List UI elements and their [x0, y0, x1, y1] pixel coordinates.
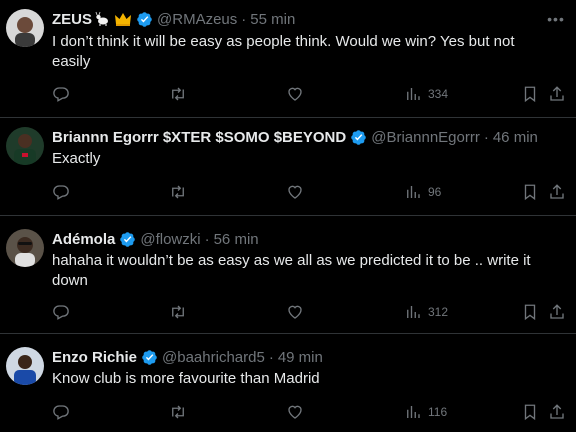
avatar[interactable]	[6, 229, 44, 267]
reply-icon	[53, 185, 69, 200]
action-bar: 96	[52, 181, 566, 203]
tweet-header: ZEUS @RMAzeus · 55 min	[52, 9, 546, 29]
reply-icon	[53, 87, 69, 102]
view-count: 334	[428, 87, 449, 101]
goat-emoji-icon	[95, 11, 111, 27]
bookmark-button[interactable]	[521, 183, 539, 201]
heart-icon	[288, 185, 302, 199]
share-button[interactable]	[548, 85, 566, 103]
bookmark-icon	[524, 304, 536, 321]
heart-icon	[288, 405, 302, 419]
share-button[interactable]	[548, 183, 566, 201]
display-name[interactable]: Enzo Richie	[52, 349, 137, 366]
more-options-icon[interactable]: •••	[546, 9, 566, 29]
display-name[interactable]: Adémola	[52, 231, 115, 248]
view-count: 116	[428, 405, 448, 419]
share-icon	[550, 184, 564, 199]
heart-icon	[288, 305, 302, 319]
display-name[interactable]: ZEUS	[52, 11, 92, 28]
like-button[interactable]	[286, 183, 304, 201]
reply-icon	[53, 405, 69, 420]
retweet-icon	[172, 405, 184, 419]
reply-button[interactable]	[52, 403, 70, 421]
avatar[interactable]	[6, 127, 44, 165]
reply-button[interactable]	[52, 85, 70, 103]
share-icon	[550, 304, 564, 319]
tweet[interactable]: Enzo Richie @baahrichard5 · 49 min Know …	[0, 334, 576, 432]
tweet-header: Adémola @flowzki · 56 min	[52, 229, 546, 249]
views-button[interactable]: 312	[404, 303, 448, 321]
handle[interactable]: @RMAzeus	[157, 11, 237, 28]
verified-badge-icon	[350, 129, 367, 146]
action-bar: 334	[52, 83, 566, 105]
avatar[interactable]	[6, 347, 44, 385]
share-icon	[550, 86, 564, 101]
like-button[interactable]	[286, 303, 304, 321]
retweet-icon	[172, 305, 184, 319]
bookmark-button[interactable]	[521, 303, 539, 321]
view-count: 96	[428, 185, 442, 199]
verified-badge-icon	[119, 231, 136, 248]
retweet-button[interactable]	[169, 303, 187, 321]
heart-icon	[288, 87, 302, 101]
view-count: 312	[428, 305, 449, 319]
tweet[interactable]: Adémola @flowzki · 56 min hahaha it woul…	[0, 216, 576, 334]
share-icon	[550, 404, 564, 419]
handle[interactable]: @baahrichard5	[162, 349, 265, 366]
views-button[interactable]: 116	[404, 403, 447, 421]
views-button[interactable]: 334	[404, 85, 448, 103]
avatar[interactable]	[6, 9, 44, 47]
like-button[interactable]	[286, 85, 304, 103]
reply-button[interactable]	[52, 183, 70, 201]
separator-dot: ·	[483, 128, 489, 146]
verified-badge-icon	[136, 11, 153, 28]
tweet[interactable]: Briannn Egorrr $XTER $SOMO $BEYOND @Bria…	[0, 118, 576, 216]
reply-button[interactable]	[52, 303, 70, 321]
retweet-icon	[172, 185, 184, 199]
action-bar: 116	[52, 401, 566, 423]
separator-dot: ·	[268, 348, 274, 366]
tweet-text: hahaha it wouldn’t be as easy as we all …	[52, 252, 531, 289]
retweet-button[interactable]	[169, 85, 187, 103]
bookmark-button[interactable]	[521, 85, 539, 103]
verified-badge-icon	[141, 349, 158, 366]
bookmark-icon	[524, 184, 536, 201]
retweet-button[interactable]	[169, 403, 187, 421]
views-icon	[407, 88, 420, 100]
tweet-header: Enzo Richie @baahrichard5 · 49 min	[52, 347, 546, 367]
like-button[interactable]	[286, 403, 304, 421]
share-button[interactable]	[548, 403, 566, 421]
timestamp[interactable]: 49 min	[278, 349, 323, 366]
reply-icon	[53, 305, 69, 320]
tweet-text: Exactly	[52, 150, 101, 167]
display-name[interactable]: Briannn Egorrr $XTER $SOMO $BEYOND	[52, 129, 346, 146]
tweet-text: I don’t think it will be easy as people …	[52, 33, 515, 70]
tweet-header: Briannn Egorrr $XTER $SOMO $BEYOND @Bria…	[52, 127, 546, 147]
timestamp[interactable]: 46 min	[493, 129, 538, 146]
action-bar: 312	[52, 301, 566, 323]
retweet-icon	[172, 87, 184, 101]
tweet[interactable]: ZEUS @RMAzeus · 55 min ••• I don’t think…	[0, 0, 576, 118]
views-icon	[407, 186, 420, 198]
crown-emoji-icon	[114, 11, 132, 27]
views-icon	[407, 406, 420, 418]
tweet-text: Know club is more favourite than Madrid	[52, 370, 320, 387]
retweet-button[interactable]	[169, 183, 187, 201]
separator-dot: ·	[241, 10, 247, 28]
timestamp[interactable]: 56 min	[214, 231, 259, 248]
bookmark-button[interactable]	[521, 403, 539, 421]
views-button[interactable]: 96	[404, 183, 441, 201]
bookmark-icon	[524, 86, 536, 103]
separator-dot: ·	[204, 230, 210, 248]
share-button[interactable]	[548, 303, 566, 321]
bookmark-icon	[524, 404, 536, 421]
timestamp[interactable]: 55 min	[250, 11, 295, 28]
handle[interactable]: @BriannnEgorrr	[371, 129, 480, 146]
handle[interactable]: @flowzki	[140, 231, 200, 248]
views-icon	[407, 306, 420, 318]
